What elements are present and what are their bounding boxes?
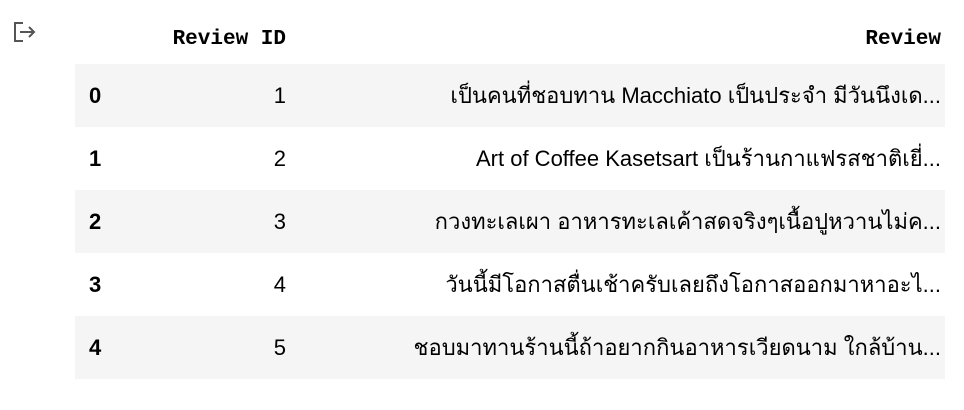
table-row: 3 4 วันนี้มีโอกาสตื่นเช้าครับเลยถึงโอกาส… — [75, 253, 945, 316]
review-id-cell: 5 — [155, 316, 290, 379]
row-index: 4 — [75, 316, 155, 379]
review-id-cell: 1 — [155, 64, 290, 127]
output-arrow-icon[interactable] — [12, 20, 38, 44]
column-header-review-id: Review ID — [172, 27, 286, 51]
review-cell: วันนี้มีโอกาสตื่นเช้าครับเลยถึงโอกาสออกม… — [290, 253, 945, 316]
row-index: 3 — [75, 253, 155, 316]
review-cell: กวงทะเลเผา อาหารทะเลเค้าสดจริงๆเนื้อปูหว… — [290, 190, 945, 253]
row-index: 1 — [75, 127, 155, 190]
review-cell: เป็นคนที่ชอบทาน Macchiato เป็นประจำ มีวั… — [290, 64, 945, 127]
table-row: 2 3 กวงทะเลเผา อาหารทะเลเค้าสดจริงๆเนื้อ… — [75, 190, 945, 253]
table-row: 4 5 ชอบมาทานร้านนี้ถ้าอยากกินอาหารเวียดน… — [75, 316, 945, 379]
row-index: 2 — [75, 190, 155, 253]
index-header — [75, 14, 155, 64]
review-id-cell: 4 — [155, 253, 290, 316]
review-cell: ชอบมาทานร้านนี้ถ้าอยากกินอาหารเวียดนาม ใ… — [290, 316, 945, 379]
review-id-cell: 3 — [155, 190, 290, 253]
table-row: 0 1 เป็นคนที่ชอบทาน Macchiato เป็นประจำ … — [75, 64, 945, 127]
dataframe-table: Review ID Review 0 1 เป็นคนที่ชอบทาน Mac… — [75, 14, 945, 379]
column-header-review: Review — [865, 27, 941, 51]
table-row: 1 2 Art of Coffee Kasetsart เป็นร้านกาแฟ… — [75, 127, 945, 190]
table-header-row: Review ID Review — [75, 14, 945, 64]
review-id-cell: 2 — [155, 127, 290, 190]
review-cell: Art of Coffee Kasetsart เป็นร้านกาแฟรสชา… — [290, 127, 945, 190]
row-index: 0 — [75, 64, 155, 127]
